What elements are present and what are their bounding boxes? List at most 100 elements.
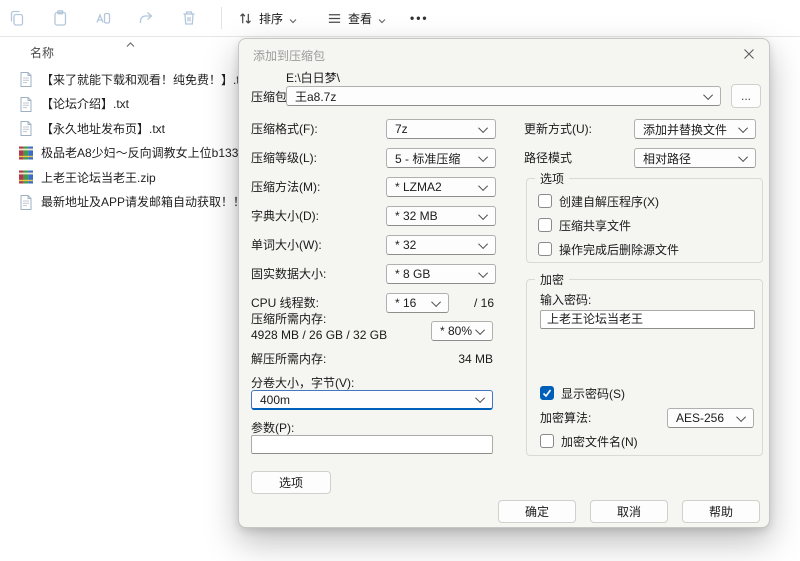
encrypt-filenames-checkbox[interactable]: 加密文件名(N) xyxy=(540,433,638,449)
archive-name-value: 王a8.7z xyxy=(295,89,337,104)
chevron-down-icon xyxy=(738,122,749,133)
share-icon[interactable] xyxy=(137,9,155,27)
sort-label: 排序 xyxy=(259,11,284,26)
help-button[interactable]: 帮助 xyxy=(682,500,760,523)
chevron-down-icon xyxy=(736,411,747,422)
memory-percent-value: * 80% xyxy=(440,324,473,338)
file-name: 【永久地址发布页】.txt xyxy=(41,121,166,136)
sort-ascending-icon[interactable] xyxy=(126,37,135,51)
update-mode-value: 添加并替换文件 xyxy=(643,122,728,137)
memory-decompress-value: 34 MB xyxy=(458,352,493,366)
dictionary-label: 字典大小(D): xyxy=(251,209,319,223)
archive-icon xyxy=(18,169,34,185)
volume-size-combo[interactable]: 400m xyxy=(251,390,493,410)
dialog-title: 添加到压缩包 xyxy=(253,49,326,63)
show-password-checkbox[interactable]: 显示密码(S) xyxy=(540,385,625,401)
compress-shared-checkbox[interactable]: 压缩共享文件 xyxy=(538,217,631,233)
format-label: 压缩格式(F): xyxy=(251,122,318,136)
copy-icon[interactable] xyxy=(8,9,26,27)
chevron-down-icon xyxy=(738,151,749,162)
password-input[interactable]: 上老王论坛当老王 xyxy=(540,310,755,329)
dictionary-value: * 32 MB xyxy=(395,209,438,223)
options-group: 选项 创建自解压程序(X) 压缩共享文件 操作完成后删除源文件 xyxy=(526,170,763,263)
chevron-down-icon xyxy=(475,324,486,335)
chevron-down-icon xyxy=(478,180,489,191)
archive-icon xyxy=(18,145,34,161)
list-item[interactable]: 最新地址及APP请发邮箱自动获取！！！.... xyxy=(18,191,248,213)
method-value: * LZMA2 xyxy=(395,180,442,194)
chevron-down-icon xyxy=(703,89,714,100)
text-file-icon xyxy=(18,194,34,210)
cpu-threads-value: * 16 xyxy=(395,296,417,310)
archive-path: E:\白日梦\ xyxy=(286,71,341,85)
create-sfx-checkbox[interactable]: 创建自解压程序(X) xyxy=(538,193,659,209)
column-header-name[interactable]: 名称 xyxy=(30,44,54,61)
options-group-legend: 选项 xyxy=(535,170,570,187)
file-name: 【来了就能下载和观看！纯免费！】.txt xyxy=(41,72,248,87)
more-options-button[interactable]: ••• xyxy=(410,11,429,25)
solid-size-select[interactable]: * 8 GB xyxy=(386,264,496,284)
path-mode-select[interactable]: 相对路径 xyxy=(634,148,756,168)
delete-icon[interactable] xyxy=(180,9,198,27)
view-label: 查看 xyxy=(348,11,373,26)
checkbox-icon xyxy=(538,242,552,256)
chevron-down-icon xyxy=(289,14,297,24)
close-icon[interactable] xyxy=(741,46,757,62)
dictionary-select[interactable]: * 32 MB xyxy=(386,206,496,226)
level-select[interactable]: 5 - 标准压缩 xyxy=(386,148,496,168)
format-select[interactable]: 7z xyxy=(386,119,496,139)
encryption-method-value: AES-256 xyxy=(676,411,725,425)
options-button[interactable]: 选项 xyxy=(251,471,331,494)
explorer-toolbar: 排序 查看 ••• xyxy=(0,0,800,37)
checkbox-icon xyxy=(538,194,552,208)
method-select[interactable]: * LZMA2 xyxy=(386,177,496,197)
checkbox-icon xyxy=(538,218,552,232)
file-name: 最新地址及APP请发邮箱自动获取！！！.... xyxy=(41,195,248,209)
chevron-down-icon xyxy=(478,267,489,278)
ok-button[interactable]: 确定 xyxy=(498,500,576,523)
encryption-method-select[interactable]: AES-256 xyxy=(667,408,754,428)
cpu-threads-label: CPU 线程数: xyxy=(251,296,320,310)
view-button[interactable]: 查看 xyxy=(327,10,386,27)
memory-compress-detail: 4928 MB / 26 GB / 32 GB xyxy=(251,328,388,342)
chevron-down-icon xyxy=(478,151,489,162)
create-sfx-label: 创建自解压程序(X) xyxy=(559,194,659,209)
level-label: 压缩等级(L): xyxy=(251,151,318,165)
rename-icon[interactable] xyxy=(94,9,112,27)
word-size-label: 单词大小(W): xyxy=(251,238,322,252)
text-file-icon xyxy=(18,71,34,87)
chevron-down-icon xyxy=(478,238,489,249)
list-item[interactable]: 【来了就能下载和观看！纯免费！】.txt xyxy=(18,68,248,90)
word-size-select[interactable]: * 32 xyxy=(386,235,496,255)
browse-button[interactable]: ... xyxy=(731,84,761,108)
archive-name-combo[interactable]: 王a8.7z xyxy=(286,86,721,106)
file-name: 上老王论坛当老王.zip xyxy=(41,170,156,185)
cancel-button[interactable]: 取消 xyxy=(590,500,668,523)
chevron-down-icon xyxy=(431,296,442,307)
file-name: 【论坛介绍】.txt xyxy=(41,97,130,111)
parameters-input[interactable] xyxy=(251,435,493,454)
list-item[interactable]: 上老王论坛当老王.zip xyxy=(18,166,248,188)
encryption-group-legend: 加密 xyxy=(535,271,570,288)
add-to-archive-dialog: 添加到压缩包 压缩包(A) E:\白日梦\ 王a8.7z ... 压缩格式(F)… xyxy=(238,38,770,528)
show-password-label: 显示密码(S) xyxy=(561,386,625,401)
list-item[interactable]: 【论坛介绍】.txt xyxy=(18,93,248,115)
chevron-down-icon xyxy=(478,209,489,220)
delete-after-checkbox[interactable]: 操作完成后删除源文件 xyxy=(538,241,679,257)
memory-decompress-label: 解压所需内存: xyxy=(251,352,327,366)
chevron-down-icon xyxy=(475,393,486,404)
update-mode-select[interactable]: 添加并替换文件 xyxy=(634,119,756,139)
chevron-down-icon xyxy=(478,122,489,133)
memory-percent-select[interactable]: * 80% xyxy=(431,321,493,341)
update-mode-label: 更新方式(U): xyxy=(524,122,592,136)
delete-after-label: 操作完成后删除源文件 xyxy=(559,242,680,257)
memory-compress-label: 压缩所需内存: xyxy=(251,312,327,326)
list-item[interactable]: 【永久地址发布页】.txt xyxy=(18,117,248,139)
sort-button[interactable]: 排序 xyxy=(238,10,297,27)
list-item[interactable]: 极品老A8少妇～反向调教女上位b133b6... xyxy=(18,142,248,164)
text-file-icon xyxy=(18,120,34,136)
text-file-icon xyxy=(18,96,34,112)
cpu-threads-select[interactable]: * 16 xyxy=(386,293,449,313)
paste-icon[interactable] xyxy=(51,9,69,27)
word-size-value: * 32 xyxy=(395,238,417,252)
